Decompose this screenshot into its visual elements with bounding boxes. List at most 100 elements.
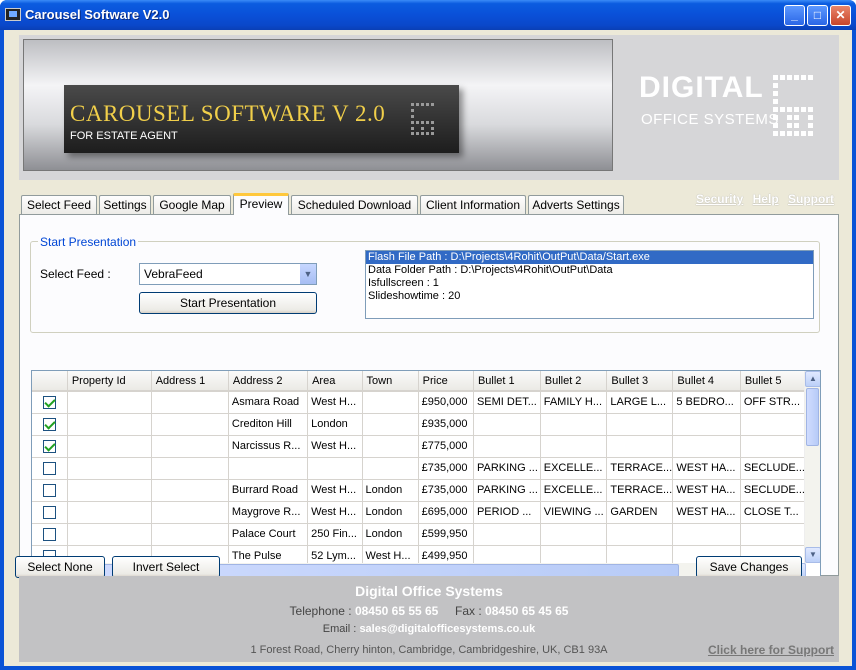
row-select-cell[interactable] (32, 479, 68, 502)
table-cell[interactable]: EXCELLE... (540, 479, 608, 502)
info-data-folder-path[interactable]: Data Folder Path : D:\Projects\4Rohit\Ou… (366, 264, 813, 277)
row-checkbox[interactable] (42, 461, 56, 475)
table-cell[interactable]: VIEWING ... (540, 501, 608, 524)
table-cell[interactable] (151, 523, 229, 546)
table-cell[interactable]: London (362, 523, 419, 546)
help-link[interactable]: Help (753, 192, 779, 206)
maximize-button[interactable]: □ (807, 5, 828, 26)
table-cell[interactable]: SECLUDE... (740, 479, 806, 502)
table-cell[interactable]: West H... (307, 435, 363, 458)
table-cell[interactable] (473, 435, 541, 458)
table-cell[interactable]: Asmara Road (228, 391, 309, 414)
table-cell[interactable] (228, 457, 309, 480)
column-header[interactable]: Address 2 (228, 371, 309, 392)
table-cell[interactable]: WEST HA... (672, 479, 741, 502)
row-select-cell[interactable] (32, 501, 68, 524)
table-row[interactable]: Asmara Road West H... £950,000 SEMI DET... F… (32, 391, 806, 414)
table-cell[interactable]: TERRACE... (606, 479, 674, 502)
tab-adverts-settings[interactable]: Adverts Settings (528, 195, 624, 215)
click-for-support-link[interactable]: Click here for Support (708, 643, 834, 657)
scroll-up-icon[interactable]: ▲ (805, 371, 820, 387)
table-cell[interactable]: £599,950 (418, 523, 474, 546)
vertical-scrollbar[interactable]: ▲ ▼ (804, 371, 820, 563)
table-cell[interactable]: FAMILY H... (540, 391, 608, 414)
table-cell[interactable]: £950,000 (418, 391, 474, 414)
presentation-info-list[interactable]: Flash File Path : D:\Projects\4Rohit\Out… (365, 250, 814, 319)
start-presentation-button[interactable]: Start Presentation (139, 292, 317, 314)
row-checkbox[interactable] (42, 527, 56, 541)
row-select-cell[interactable] (32, 413, 68, 436)
table-cell[interactable]: West H... (307, 391, 363, 414)
table-cell[interactable] (307, 457, 363, 480)
table-cell[interactable]: SECLUDE... (740, 457, 806, 480)
table-cell[interactable] (606, 413, 674, 436)
table-cell[interactable]: West H... (307, 501, 363, 524)
column-header[interactable]: Town (362, 371, 419, 392)
table-cell[interactable] (540, 413, 608, 436)
table-cell[interactable] (67, 457, 152, 480)
scroll-down-icon[interactable]: ▼ (805, 547, 820, 563)
table-cell[interactable] (473, 523, 541, 546)
info-flash-file-path[interactable]: Flash File Path : D:\Projects\4Rohit\Out… (366, 251, 813, 264)
table-cell[interactable] (67, 523, 152, 546)
row-select-cell[interactable] (32, 435, 68, 458)
table-cell[interactable]: 5 BEDRO... (672, 391, 741, 414)
table-cell[interactable] (362, 391, 419, 414)
table-row[interactable]: Palace Court 250 Fin... London £599,950 (32, 523, 806, 546)
table-cell[interactable] (151, 479, 229, 502)
title-bar[interactable]: Carousel Software V2.0 _ □ ✕ (0, 0, 856, 30)
table-cell[interactable]: £695,000 (418, 501, 474, 524)
table-cell[interactable] (67, 391, 152, 414)
column-header[interactable]: Bullet 3 (606, 371, 674, 392)
row-checkbox[interactable] (42, 439, 56, 453)
table-row[interactable]: Crediton Hill London £935,000 (32, 413, 806, 436)
table-cell[interactable] (151, 413, 229, 436)
table-cell[interactable] (151, 501, 229, 524)
table-cell[interactable]: £735,000 (418, 457, 474, 480)
table-cell[interactable] (362, 435, 419, 458)
save-changes-button[interactable]: Save Changes (696, 556, 802, 578)
table-cell[interactable]: GARDEN (606, 501, 674, 524)
table-cell[interactable]: West H... (307, 479, 363, 502)
row-select-cell[interactable] (32, 523, 68, 546)
tab-scheduled-download[interactable]: Scheduled Download (291, 195, 418, 215)
row-checkbox[interactable] (42, 417, 56, 431)
table-cell[interactable] (473, 545, 541, 563)
table-row[interactable]: Maygrove R... West H... London £695,000 PERI… (32, 501, 806, 524)
tab-google-map[interactable]: Google Map (153, 195, 231, 215)
select-none-button[interactable]: Select None (15, 556, 105, 578)
table-cell[interactable]: London (307, 413, 363, 436)
info-slideshowtime[interactable]: Slideshowtime : 20 (366, 290, 813, 303)
row-checkbox[interactable] (42, 395, 56, 409)
table-cell[interactable] (606, 435, 674, 458)
security-link[interactable]: Security (696, 192, 743, 206)
table-cell[interactable]: PARKING ... (473, 479, 541, 502)
table-cell[interactable] (67, 479, 152, 502)
info-isfullscreen[interactable]: Isfullscreen : 1 (366, 277, 813, 290)
table-cell[interactable] (362, 457, 419, 480)
column-header[interactable]: Bullet 2 (540, 371, 608, 392)
table-cell[interactable]: 52 Lym... (307, 545, 363, 563)
table-cell[interactable]: 250 Fin... (307, 523, 363, 546)
table-row[interactable]: Narcissus R... West H... £775,000 (32, 435, 806, 458)
table-cell[interactable]: The Pulse (228, 545, 309, 563)
tab-select-feed[interactable]: Select Feed (21, 195, 97, 215)
table-cell[interactable]: PARKING ... (473, 457, 541, 480)
table-cell[interactable] (362, 413, 419, 436)
support-link[interactable]: Support (788, 192, 834, 206)
table-cell[interactable]: SEMI DET... (473, 391, 541, 414)
tab-preview[interactable]: Preview (233, 193, 289, 215)
row-checkbox[interactable] (42, 483, 56, 497)
table-cell[interactable] (672, 435, 741, 458)
table-row[interactable]: Burrard Road West H... London £735,000 PARKI… (32, 479, 806, 502)
minimize-button[interactable]: _ (784, 5, 805, 26)
table-cell[interactable]: PERIOD ... (473, 501, 541, 524)
table-cell[interactable]: £499,950 (418, 545, 474, 563)
table-cell[interactable]: WEST HA... (672, 501, 741, 524)
table-cell[interactable]: CLOSE T... (740, 501, 806, 524)
column-header[interactable]: Property Id (67, 371, 152, 392)
table-cell[interactable] (67, 413, 152, 436)
table-cell[interactable]: LARGE L... (606, 391, 674, 414)
table-cell[interactable]: £775,000 (418, 435, 474, 458)
table-cell[interactable] (473, 413, 541, 436)
